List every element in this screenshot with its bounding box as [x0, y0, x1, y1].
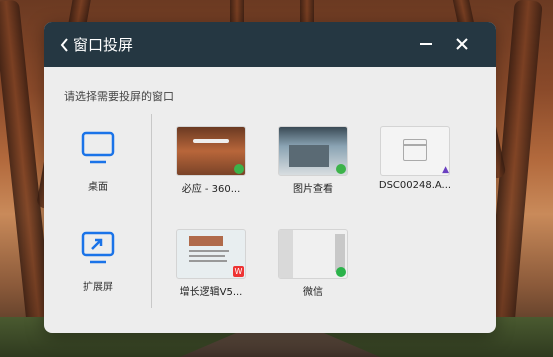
desktop-option[interactable]: 桌面 — [58, 130, 138, 193]
window-item-bing[interactable]: 必应 - 360... — [166, 126, 256, 195]
app-badge-icon: ▲ — [442, 165, 449, 175]
image-viewer-thumbnail — [278, 126, 348, 176]
title-bar: 窗口投屏 — [44, 22, 496, 67]
wechat-thumbnail — [278, 229, 348, 279]
extend-screen-icon — [81, 231, 115, 264]
chevron-left-icon — [60, 37, 68, 52]
instruction-text: 请选择需要投屏的窗口 — [64, 90, 174, 103]
window-label: 微信 — [303, 287, 323, 298]
dialog-title: 窗口投屏 — [73, 36, 134, 54]
wps-badge-icon: W — [233, 266, 244, 277]
close-icon — [456, 38, 468, 50]
bing-thumbnail — [176, 126, 246, 176]
window-item-dsc-file[interactable]: ▲ DSC00248.A... — [370, 126, 460, 191]
extend-screen-option[interactable]: 扩展屏 — [58, 230, 138, 293]
window-item-wps-document[interactable]: W 增长逻辑V5... — [166, 229, 256, 298]
desktop-label: 桌面 — [88, 182, 108, 193]
close-button[interactable] — [454, 36, 470, 52]
image-viewer-badge-icon — [336, 164, 346, 174]
back-button[interactable]: 窗口投屏 — [60, 34, 133, 55]
window-item-wechat[interactable]: 微信 — [268, 229, 358, 298]
minimize-icon — [420, 43, 432, 45]
minimize-button[interactable] — [418, 36, 434, 52]
file-thumbnail: ▲ — [380, 126, 450, 176]
window-label: DSC00248.A... — [378, 180, 452, 191]
window-cast-dialog: 窗口投屏 请选择需要投屏的窗口 桌面 扩展屏 必应 - 360... 图片查看 … — [44, 22, 496, 333]
extend-screen-label: 扩展屏 — [83, 282, 113, 293]
wechat-badge-icon — [336, 267, 346, 277]
window-label: 增长逻辑V5... — [179, 287, 243, 298]
window-item-image-viewer[interactable]: 图片查看 — [268, 126, 358, 195]
window-label: 必应 - 360... — [181, 184, 241, 195]
divider — [151, 114, 152, 308]
browser-badge-icon — [234, 164, 244, 174]
monitor-icon — [81, 131, 115, 164]
wps-document-thumbnail: W — [176, 229, 246, 279]
window-label: 图片查看 — [293, 184, 333, 195]
